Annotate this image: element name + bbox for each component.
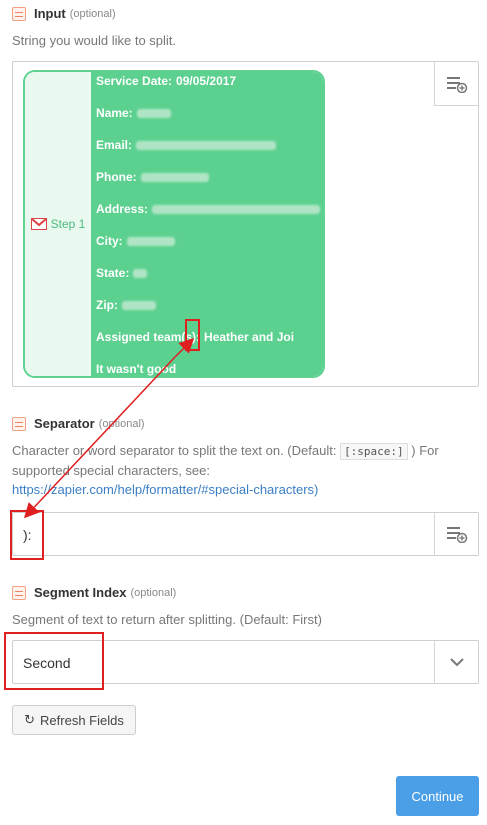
redacted-value <box>122 301 156 310</box>
redacted-value <box>126 237 175 246</box>
field-type-icon <box>12 585 26 600</box>
separator-optional: (optional) <box>98 417 145 430</box>
dropdown-toggle[interactable] <box>434 641 478 683</box>
step-output-key: City: <box>96 234 123 248</box>
special-characters-link[interactable]: https://zapier.com/help/formatter/#speci… <box>12 482 318 497</box>
separator-input[interactable]: ): <box>12 512 479 556</box>
step-output-key: Phone: <box>96 170 137 184</box>
step-output-line: State: <box>96 264 323 296</box>
step-output-key: Name: <box>96 106 133 120</box>
step-output-line: Zip: <box>96 296 323 328</box>
input-label: Input (optional) <box>12 6 116 21</box>
step-output-key: Service Date: <box>96 74 173 88</box>
step-output-value: Heather and Joi <box>204 330 295 344</box>
refresh-label: Refresh Fields <box>40 712 124 728</box>
step-output-line: Phone: <box>96 168 323 200</box>
step-pill[interactable]: Step 1 Service Date: 09/05/2017 Name: Email… <box>23 70 325 378</box>
insert-data-button[interactable] <box>434 513 478 555</box>
segment-help: Segment of text to return after splittin… <box>12 612 322 627</box>
separator-help-text: Character or word separator to split the… <box>12 443 337 458</box>
step-output-key: Zip: <box>96 298 118 312</box>
list-add-icon <box>446 76 467 93</box>
step-output-line: Address: <box>96 200 323 232</box>
refresh-fields-button[interactable]: ↻ Refresh Fields <box>12 705 136 735</box>
input-field[interactable]: Step 1 Service Date: 09/05/2017 Name: Email… <box>12 61 479 387</box>
step-output-line: Name: <box>96 104 323 136</box>
default-code: [:space:] <box>340 443 408 460</box>
redacted-value <box>136 141 277 150</box>
redacted-value <box>152 205 321 214</box>
redacted-value <box>140 173 209 182</box>
step-output-key: Email: <box>96 138 133 152</box>
step-output-key: It wasn't good <box>96 362 177 376</box>
insert-data-button[interactable] <box>434 62 478 106</box>
step-label: Step 1 <box>50 217 86 231</box>
step-output-lines: Service Date: 09/05/2017 Name: Email: Phone:… <box>91 72 323 376</box>
segment-optional: (optional) <box>130 586 177 599</box>
step-source: Step 1 <box>25 72 91 376</box>
refresh-icon: ↻ <box>24 712 36 727</box>
redacted-value <box>136 109 171 118</box>
annotation-box-separator-input <box>10 510 44 560</box>
list-add-icon <box>446 527 467 543</box>
separator-help: Character or word separator to split the… <box>12 441 477 499</box>
chevron-down-icon <box>449 657 464 666</box>
step-output-line: City: <box>96 232 323 264</box>
field-type-icon <box>12 416 26 431</box>
annotation-box-segment <box>4 632 104 690</box>
separator-label-text: Separator <box>34 416 95 431</box>
separator-label: Separator (optional) <box>12 416 145 431</box>
step-output-line: It wasn't good <box>96 360 323 376</box>
gmail-icon <box>30 218 47 230</box>
input-label-text: Input <box>34 6 66 21</box>
continue-button[interactable]: Continue <box>396 776 479 816</box>
step-output-value: 09/05/2017 <box>176 74 237 88</box>
step-output-key: Address: <box>96 202 149 216</box>
input-optional: (optional) <box>69 7 116 20</box>
input-help: String you would like to split. <box>12 33 177 48</box>
field-type-icon <box>12 6 26 21</box>
segment-label: Segment Index (optional) <box>12 585 176 600</box>
segment-label-text: Segment Index <box>34 585 127 600</box>
annotation-box-separator-char <box>185 319 200 351</box>
redacted-value <box>133 269 148 278</box>
step-output-line: Email: <box>96 136 323 168</box>
step-output-key: State: <box>96 266 130 280</box>
step-output-line: Service Date: 09/05/2017 <box>96 72 323 104</box>
step-output-line: Assigned team(s): Heather and Joi <box>96 328 323 360</box>
